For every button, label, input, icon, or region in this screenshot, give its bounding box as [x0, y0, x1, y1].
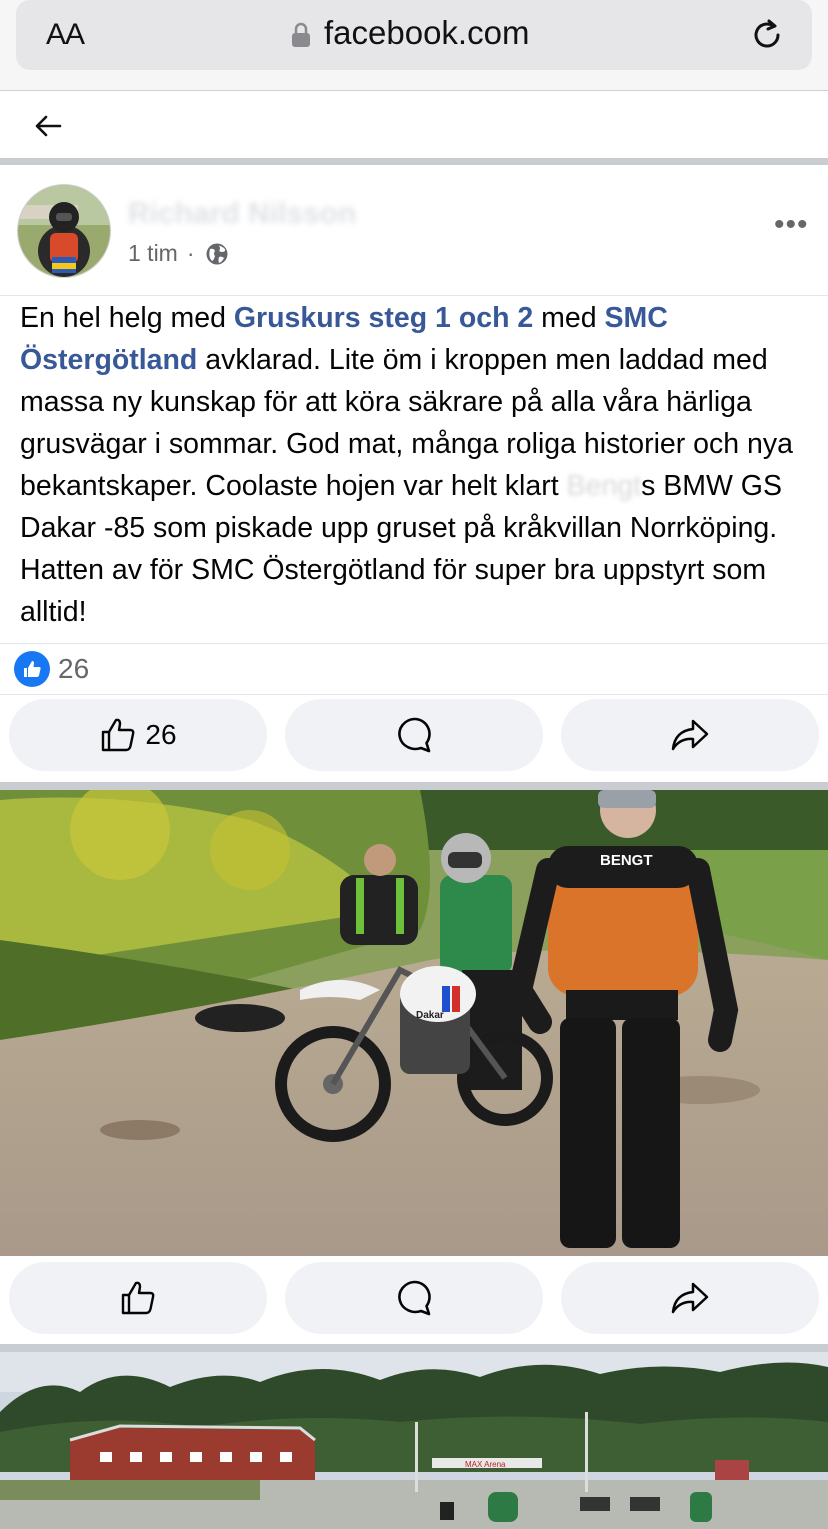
- comment-icon: [398, 1280, 431, 1316]
- divider: [0, 694, 828, 695]
- jacket-text: BENGT: [600, 852, 653, 869]
- group-link[interactable]: Gruskurs steg 1 och 2: [234, 302, 533, 334]
- comment-icon: [398, 717, 431, 753]
- author-name-redacted[interactable]: Richard Nilsson: [128, 197, 356, 231]
- thumbs-up-icon: [102, 718, 135, 752]
- sign-text: MAX Arena: [465, 1460, 506, 1469]
- avatar[interactable]: [17, 184, 111, 278]
- like-button[interactable]: 26: [9, 699, 267, 771]
- post-text-part: En hel helg med: [20, 302, 234, 334]
- post-body: En hel helg med Gruskurs steg 1 och 2 me…: [20, 297, 812, 633]
- share-icon: [671, 719, 709, 751]
- comment-button[interactable]: [285, 699, 543, 771]
- reactions-summary[interactable]: 26: [14, 649, 89, 689]
- post-time[interactable]: 1 tim: [128, 240, 178, 267]
- globe-icon: [206, 243, 228, 264]
- like-count: 26: [145, 719, 177, 750]
- share-button[interactable]: [561, 699, 819, 771]
- redacted-name: Bengt: [566, 470, 642, 502]
- post-photo[interactable]: MAX Arena: [0, 1352, 828, 1529]
- photo-comment-button[interactable]: [285, 1262, 543, 1334]
- more-options-button[interactable]: •••: [774, 208, 809, 242]
- thumbs-up-icon: [121, 1281, 155, 1315]
- post-photo[interactable]: Dakar BENGT: [0, 790, 828, 1256]
- back-arrow-icon[interactable]: [32, 112, 64, 140]
- meta-separator: ·: [186, 240, 195, 266]
- divider: [0, 643, 828, 644]
- bike-text: Dakar: [416, 1010, 444, 1021]
- text-size-button[interactable]: AA: [46, 18, 85, 52]
- lock-icon: [292, 22, 310, 47]
- divider: [0, 1344, 828, 1352]
- url-domain[interactable]: facebook.com: [324, 14, 529, 52]
- share-icon: [671, 1282, 709, 1314]
- divider: [0, 782, 828, 790]
- photo-share-button[interactable]: [561, 1262, 819, 1334]
- post-text-part: med: [533, 302, 605, 334]
- like-reaction-icon: [14, 651, 50, 687]
- reaction-count: 26: [58, 653, 90, 684]
- photo-like-button[interactable]: [9, 1262, 267, 1334]
- divider: [0, 158, 828, 165]
- page-nav: [0, 91, 828, 159]
- post-meta: 1 tim ·: [128, 240, 229, 267]
- reload-icon[interactable]: [748, 16, 786, 54]
- divider: [0, 295, 828, 296]
